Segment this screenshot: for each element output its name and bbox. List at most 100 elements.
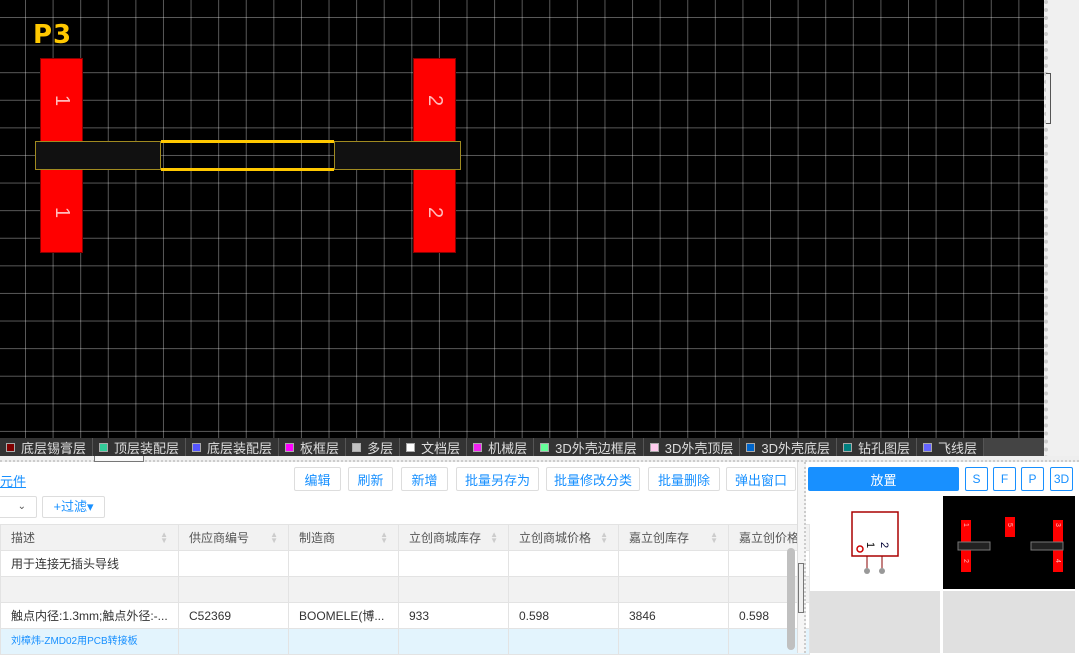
splitter-handle[interactable] (94, 456, 144, 462)
column-label: 制造商 (299, 531, 336, 545)
footprint-preview[interactable]: 1 2 3 4 5 (943, 496, 1075, 589)
layer-color-swatch (285, 442, 295, 452)
layer-color-swatch (746, 442, 756, 452)
vertical-splitter[interactable] (797, 462, 806, 653)
component-table: 描述 ▲ ▼ 供应商编号 ▲ ▼ 制造商 ▲ ▼ 立创商城库存 ▲ ▼ 立创商城价格 ▲ ▼ 嘉立创库存 ▲ ▼ 嘉… (0, 524, 811, 655)
pad-number: 1 (51, 94, 73, 107)
layer-tab[interactable]: 文档层 (400, 438, 468, 456)
layer-color-swatch (192, 442, 202, 452)
preview-slot (943, 591, 1075, 653)
layer-tab[interactable]: 飞线层 (917, 438, 985, 456)
column-header[interactable]: 立创商城库存 ▲ ▼ (398, 524, 509, 551)
horizontal-splitter[interactable] (0, 456, 1079, 462)
table-scrollbar[interactable] (787, 548, 795, 650)
table-cell (288, 550, 399, 577)
table-cell (178, 628, 289, 655)
3d-view-button[interactable]: 3D (1050, 467, 1073, 491)
layer-label: 钻孔图层 (857, 440, 910, 456)
column-header[interactable]: 供应商编号 ▲ ▼ (178, 524, 289, 551)
table-cell: BOOMELE(博... (288, 602, 399, 629)
layer-label: 3D外壳顶层 (664, 440, 734, 456)
layer-tab[interactable]: 机械层 (467, 438, 535, 456)
splitter-handle[interactable] (798, 563, 804, 613)
layer-color-swatch (99, 442, 109, 452)
layer-tab[interactable]: 多层 (346, 438, 401, 456)
column-header[interactable]: 立创商城价格 ▲ ▼ (508, 524, 619, 551)
table-cell: 3846 (618, 602, 729, 629)
pad-number: 1 (51, 206, 73, 219)
table-cell (618, 628, 729, 655)
batch-delete-button[interactable]: 批量删除 (648, 467, 720, 491)
silkscreen-line (161, 140, 334, 143)
refresh-button[interactable]: 刷新 (348, 467, 393, 491)
column-label: 供应商编号 (189, 531, 250, 545)
table-cell (508, 550, 619, 577)
component-body-right (334, 141, 461, 170)
designator-label[interactable]: P3 (33, 20, 72, 50)
table-cell (0, 576, 179, 603)
edit-button[interactable]: 编辑 (294, 467, 341, 491)
table-cell: C52369 (178, 602, 289, 629)
column-label: 立创商城价格 (519, 531, 592, 545)
pad-number: 2 (424, 206, 446, 219)
layer-tab[interactable]: 底层锡膏层 (0, 438, 94, 456)
table-cell (618, 576, 729, 603)
right-panel-toggle[interactable] (1046, 73, 1051, 124)
breadcrumb-link[interactable]: 元件 (0, 471, 26, 490)
silkscreen-line (161, 168, 334, 171)
column-label: 描述 (11, 531, 36, 545)
layer-label: 机械层 (488, 440, 528, 456)
layer-label: 板框层 (300, 440, 340, 456)
batch-change-category-button[interactable]: 批量修改分类 (546, 467, 640, 491)
layer-tab[interactable]: 底层装配层 (186, 438, 280, 456)
pad-number: 2 (962, 559, 969, 563)
layer-tab[interactable]: 3D外壳底层 (740, 438, 837, 456)
category-select[interactable]: ⌄ (0, 496, 37, 518)
layer-tab[interactable]: 3D外壳顶层 (643, 438, 741, 456)
pcb-canvas[interactable]: P3 1 1 2 2 (0, 0, 1044, 438)
sort-icon[interactable]: ▲ ▼ (380, 531, 388, 545)
popup-window-button[interactable]: 弹出窗口 (726, 467, 796, 491)
footprint-view-button[interactable]: F (993, 467, 1016, 491)
sort-icon[interactable]: ▲ ▼ (490, 531, 498, 545)
place-button[interactable]: 放置 (808, 467, 959, 491)
layer-label: 飞线层 (938, 440, 978, 456)
layer-color-swatch (649, 442, 659, 452)
sort-icon[interactable]: ▲ ▼ (600, 531, 608, 545)
column-header[interactable]: 描述 ▲ ▼ (0, 524, 179, 551)
table-row[interactable]: 用于连接无插头导线 (0, 550, 811, 577)
preview-slot (810, 591, 940, 653)
layer-label: 底层锡膏层 (21, 440, 87, 456)
sort-icon[interactable]: ▲ ▼ (270, 531, 278, 545)
layer-bar: 底层锡膏层 顶层装配层 底层装配层 板框层 多层 文档层 机械层 3D外壳边框层 3D外壳顶层 3… (0, 438, 1044, 456)
table-cell (398, 576, 509, 603)
layer-tab[interactable]: 钻孔图层 (836, 438, 917, 456)
filter-button[interactable]: +过滤▾ (42, 496, 105, 518)
layer-tab[interactable]: 板框层 (279, 438, 347, 456)
table-cell: 用于连接无插头导线 (0, 550, 179, 577)
batch-save-as-button[interactable]: 批量另存为 (456, 467, 539, 491)
column-header[interactable]: 制造商 ▲ ▼ (288, 524, 399, 551)
table-cell: 刘樟炜-ZMD02用PCB转接板 (0, 628, 179, 655)
layer-tab[interactable]: 顶层装配层 (93, 438, 187, 456)
layer-label: 3D外壳底层 (761, 440, 830, 456)
table-cell: 933 (398, 602, 509, 629)
sort-icon[interactable]: ▲ ▼ (160, 531, 168, 545)
table-row[interactable] (0, 576, 811, 603)
table-row[interactable]: 刘樟炜-ZMD02用PCB转接板 (0, 628, 811, 655)
symbol-preview[interactable]: 1 2 (810, 496, 940, 589)
right-panel-collapsed (1044, 0, 1079, 460)
table-cell (288, 628, 399, 655)
sort-icon[interactable]: ▲ ▼ (710, 531, 718, 545)
table-cell (398, 628, 509, 655)
column-header[interactable]: 嘉立创库存 ▲ ▼ (618, 524, 729, 551)
layer-label: 底层装配层 (207, 440, 273, 456)
table-row[interactable]: 触点内径:1.3mm;触点外径:-... C52369 BOOMELE(博... 93… (0, 602, 811, 629)
table-cell (398, 550, 509, 577)
add-button[interactable]: 新增 (401, 467, 448, 491)
layer-tab[interactable]: 3D外壳边框层 (534, 438, 644, 456)
pcb-view-button[interactable]: P (1021, 467, 1044, 491)
symbol-view-button[interactable]: S (965, 467, 988, 491)
pin-number: 1 (864, 542, 876, 548)
pad-number: 3 (1054, 523, 1061, 527)
